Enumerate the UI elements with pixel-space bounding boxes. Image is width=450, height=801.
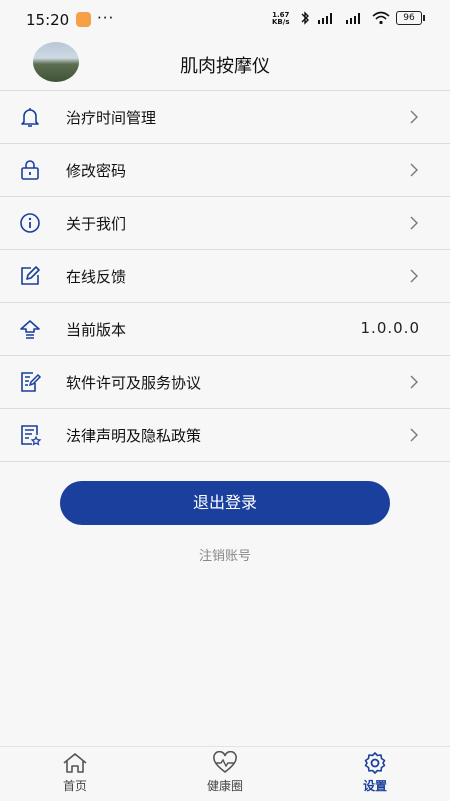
lock-icon bbox=[21, 160, 39, 180]
status-bar: 15:20 ··· 1.67 KB/s 96 bbox=[0, 0, 450, 40]
bottom-tab-bar: 首页 健康圈 设置 bbox=[0, 746, 450, 801]
chevron-right-icon bbox=[410, 163, 418, 177]
menu-item-current-version: 当前版本 1.0.0.0 bbox=[0, 302, 450, 355]
signal-icon-2 bbox=[346, 13, 360, 24]
document-edit-icon bbox=[21, 372, 42, 392]
version-value: 1.0.0.0 bbox=[360, 319, 420, 337]
menu-item-license-agreement[interactable]: 软件许可及服务协议 bbox=[0, 355, 450, 408]
menu-item-label: 法律声明及隐私政策 bbox=[66, 427, 202, 445]
chevron-right-icon bbox=[410, 428, 418, 442]
info-icon bbox=[20, 213, 40, 233]
tab-label: 设置 bbox=[362, 779, 387, 793]
bell-icon bbox=[21, 108, 39, 127]
notification-app-icon bbox=[76, 12, 91, 27]
tab-health-circle[interactable]: 健康圈 bbox=[180, 751, 270, 794]
cancel-account-link[interactable]: 注销账号 bbox=[0, 545, 450, 564]
gear-icon bbox=[364, 752, 386, 774]
menu-item-label: 治疗时间管理 bbox=[66, 109, 157, 127]
settings-menu: 治疗时间管理 修改密码 关于我们 在线反馈 当前版本 1.0.0.0 软件许可及… bbox=[0, 90, 450, 462]
menu-item-privacy-policy[interactable]: 法律声明及隐私政策 bbox=[0, 408, 450, 462]
menu-item-label: 软件许可及服务协议 bbox=[66, 374, 202, 392]
chevron-right-icon bbox=[410, 269, 418, 283]
menu-item-treatment-time[interactable]: 治疗时间管理 bbox=[0, 90, 450, 143]
menu-item-label: 在线反馈 bbox=[66, 268, 127, 286]
logout-button[interactable]: 退出登录 bbox=[60, 481, 390, 525]
menu-item-label: 修改密码 bbox=[66, 162, 127, 180]
document-star-icon bbox=[21, 425, 42, 446]
status-icons: 96 bbox=[300, 11, 425, 25]
network-speed: 1.67 KB/s bbox=[272, 12, 289, 26]
tab-settings[interactable]: 设置 bbox=[330, 751, 420, 794]
menu-item-about-us[interactable]: 关于我们 bbox=[0, 196, 450, 249]
home-icon bbox=[63, 753, 87, 773]
heart-pulse-icon bbox=[213, 751, 237, 774]
menu-item-feedback[interactable]: 在线反馈 bbox=[0, 249, 450, 302]
tab-label: 首页 bbox=[62, 779, 87, 793]
upload-icon bbox=[20, 320, 40, 339]
chevron-right-icon bbox=[410, 216, 418, 230]
network-speed-unit: KB/s bbox=[272, 18, 290, 26]
more-notifications-icon: ··· bbox=[97, 9, 115, 27]
bluetooth-icon bbox=[301, 11, 309, 25]
menu-item-change-password[interactable]: 修改密码 bbox=[0, 143, 450, 196]
tab-label: 健康圈 bbox=[206, 779, 243, 793]
battery-icon: 96 bbox=[396, 11, 425, 25]
wifi-icon bbox=[372, 11, 390, 25]
signal-icon bbox=[318, 13, 332, 24]
status-time: 15:20 bbox=[26, 11, 70, 29]
menu-item-label: 当前版本 bbox=[66, 321, 127, 339]
chevron-right-icon bbox=[410, 110, 418, 124]
chevron-right-icon bbox=[410, 375, 418, 389]
menu-item-label: 关于我们 bbox=[66, 215, 127, 233]
page-title: 肌肉按摩仪 bbox=[180, 56, 270, 77]
header: 肌肉按摩仪 bbox=[0, 40, 450, 90]
edit-icon bbox=[21, 266, 40, 285]
tab-home[interactable]: 首页 bbox=[30, 751, 120, 794]
